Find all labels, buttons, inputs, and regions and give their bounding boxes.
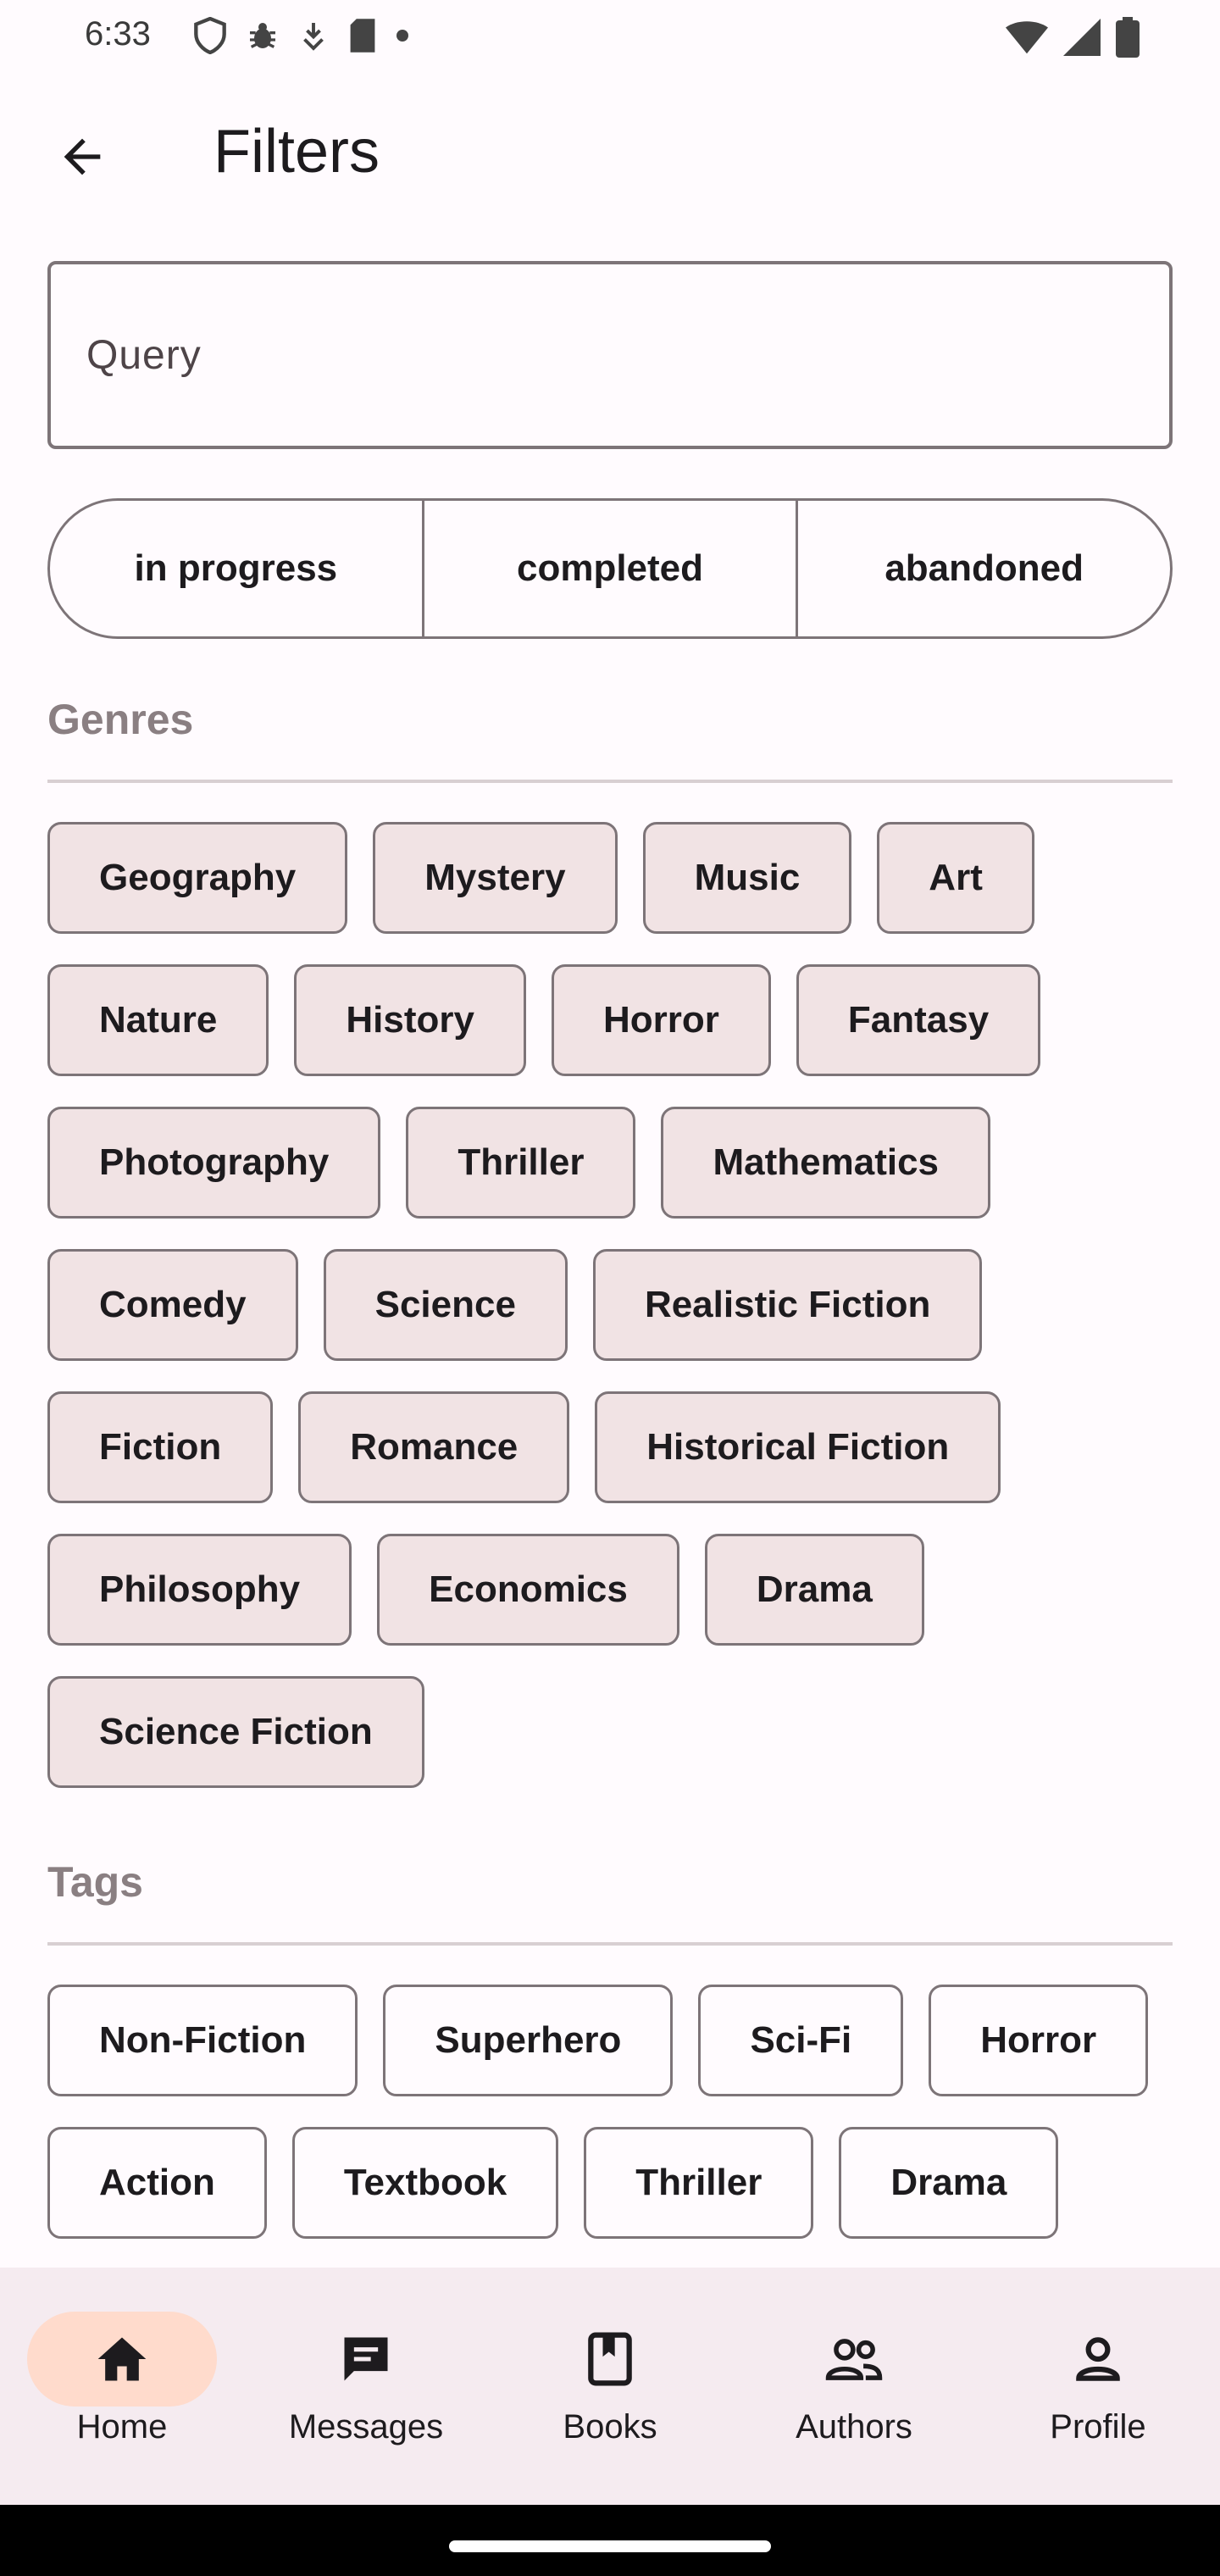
genre-chip[interactable]: Fiction <box>47 1391 274 1503</box>
nav-item-profile[interactable]: Profile <box>976 2268 1220 2505</box>
nav-item-messages[interactable]: Messages <box>244 2268 488 2505</box>
segment-abandoned[interactable]: abandoned <box>796 501 1170 636</box>
tag-chip[interactable]: Drama <box>839 2127 1059 2239</box>
top-app-bar: Filters <box>0 93 1220 212</box>
genre-chip[interactable]: Economics <box>377 1534 679 1646</box>
genre-chip[interactable]: Art <box>877 822 1034 934</box>
profile-icon <box>1068 2329 1128 2390</box>
genre-chip[interactable]: Science Fiction <box>47 1676 424 1788</box>
genre-chip-row: Photography Thriller Mathematics <box>47 1107 1183 1219</box>
segment-completed[interactable]: completed <box>421 501 796 636</box>
download-icon <box>298 19 329 57</box>
nav-item-books[interactable]: Books <box>488 2268 732 2505</box>
genre-chip[interactable]: Mathematics <box>661 1107 991 1219</box>
tag-chip[interactable]: Sci-Fi <box>698 1985 904 2096</box>
tag-chip-row: Non-Fiction Superhero Sci-Fi Horror <box>47 1985 1183 2096</box>
genre-chip[interactable]: Thriller <box>406 1107 636 1219</box>
authors-icon <box>824 2329 884 2390</box>
genre-chip[interactable]: Horror <box>551 964 771 1076</box>
tag-chip[interactable]: Non-Fiction <box>47 1985 358 2096</box>
reading-status-segmented-control: in progress completed abandoned <box>47 498 1173 639</box>
segment-in-progress[interactable]: in progress <box>50 501 422 636</box>
genre-chip[interactable]: Drama <box>704 1534 924 1646</box>
signal-icon <box>1063 19 1101 60</box>
genre-chip[interactable]: Nature <box>47 964 269 1076</box>
dot-icon <box>396 30 408 46</box>
page-title: Filters <box>214 118 380 186</box>
genre-chip[interactable]: Fantasy <box>796 964 1041 1076</box>
status-bar: 6:33 <box>0 0 1220 76</box>
tags-section-title: Tags <box>47 1858 143 1906</box>
battery-icon <box>1116 17 1140 62</box>
genre-chip-row: Science Fiction <box>47 1676 1183 1788</box>
status-system-icons <box>1006 17 1140 62</box>
book-icon <box>580 2329 640 2390</box>
genre-chip[interactable]: Geography <box>47 822 348 934</box>
genre-chip-row: Fiction Romance Historical Fiction <box>47 1391 1183 1503</box>
genre-chip-row: Philosophy Economics Drama <box>47 1534 1183 1646</box>
home-icon <box>92 2329 152 2390</box>
home-gesture-handle[interactable] <box>449 2540 771 2552</box>
tag-chip[interactable]: Thriller <box>584 2127 814 2239</box>
genre-chip[interactable]: Romance <box>298 1391 570 1503</box>
nav-label-messages: Messages <box>288 2408 444 2446</box>
nav-label-profile: Profile <box>1050 2408 1146 2446</box>
sd-card-icon <box>347 17 378 58</box>
genre-chip[interactable]: Realistic Fiction <box>592 1249 983 1361</box>
tag-chip-row: Action Textbook Thriller Drama <box>47 2127 1183 2239</box>
query-input[interactable] <box>51 264 1169 446</box>
tag-chip[interactable]: Action <box>47 2127 267 2239</box>
genre-chip[interactable]: Comedy <box>47 1249 298 1361</box>
tag-chip-group: Non-Fiction Superhero Sci-Fi Horror Acti… <box>47 1985 1183 2269</box>
nav-item-home[interactable]: Home <box>0 2268 244 2505</box>
wifi-icon <box>1006 20 1048 58</box>
genre-chip-row: Geography Mystery Music Art <box>47 822 1183 934</box>
genres-section-title: Genres <box>47 696 194 743</box>
nav-label-authors: Authors <box>796 2408 912 2446</box>
nav-item-authors[interactable]: Authors <box>732 2268 976 2505</box>
genre-chip[interactable]: Science <box>323 1249 568 1361</box>
genre-chip[interactable]: Philosophy <box>47 1534 352 1646</box>
arrow-back-icon <box>64 138 101 175</box>
genre-chip[interactable]: Mystery <box>373 822 618 934</box>
genre-chip[interactable]: Music <box>642 822 852 934</box>
tag-chip[interactable]: Textbook <box>291 2127 559 2239</box>
bottom-navigation-bar: Home Messages Books Authors Profile <box>0 2268 1220 2505</box>
tags-divider <box>47 1942 1173 1946</box>
status-time: 6:33 <box>85 15 151 53</box>
genre-chip-row: Nature History Horror Fantasy <box>47 964 1183 1076</box>
tag-chip[interactable]: Horror <box>929 1985 1149 2096</box>
tag-chip[interactable]: Superhero <box>383 1985 674 2096</box>
genre-chip[interactable]: History <box>294 964 526 1076</box>
system-gesture-area <box>0 2505 1220 2576</box>
genre-chip[interactable]: Photography <box>47 1107 381 1219</box>
status-notification-icons <box>193 16 408 58</box>
nav-label-home: Home <box>76 2408 168 2446</box>
genre-chip-row: Comedy Science Realistic Fiction <box>47 1249 1183 1361</box>
back-button[interactable] <box>44 119 120 195</box>
query-field[interactable] <box>47 261 1173 449</box>
nav-label-books: Books <box>563 2408 657 2446</box>
messages-icon <box>336 2329 396 2390</box>
bug-icon <box>246 19 280 57</box>
genres-divider <box>47 780 1173 783</box>
genre-chip[interactable]: Historical Fiction <box>595 1391 1001 1503</box>
shield-icon <box>193 16 227 58</box>
genre-chip-group: Geography Mystery Music Art Nature Histo… <box>47 822 1183 1818</box>
